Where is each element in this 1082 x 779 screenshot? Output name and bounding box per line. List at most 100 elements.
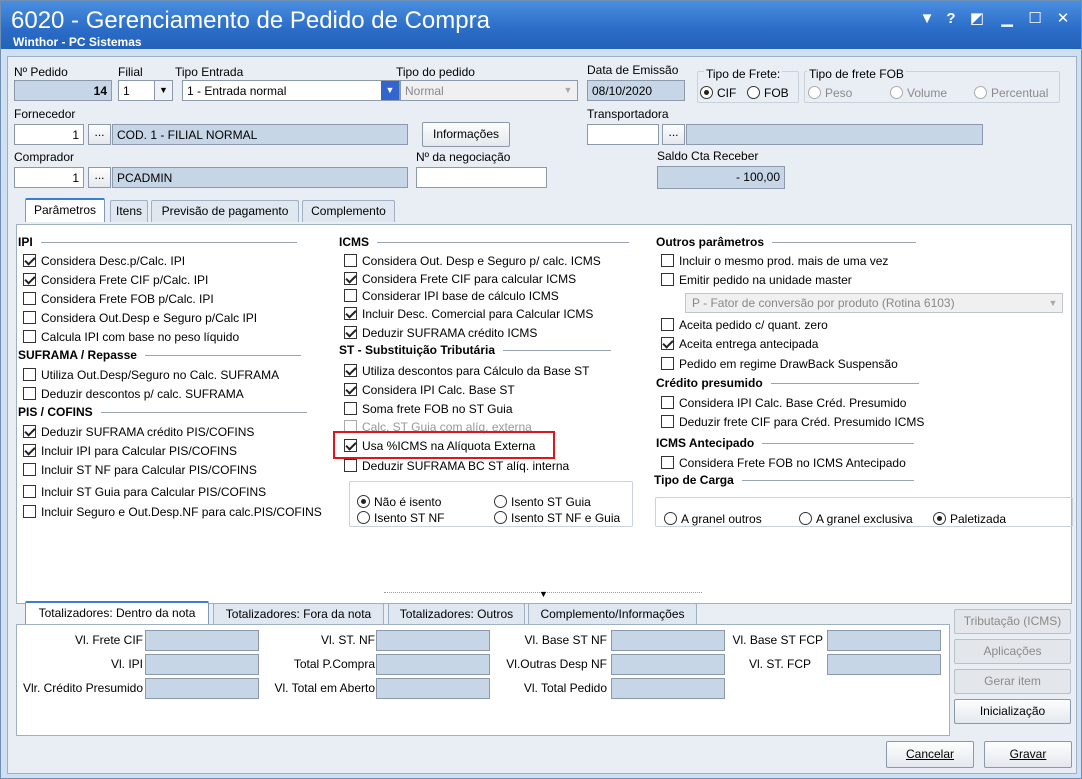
ipi-checkbox-1[interactable]: Considera Frete CIF p/Calc. IPI [23, 271, 208, 288]
credito-checkbox-1[interactable]: Deduzir frete CIF para Créd. Presumido I… [661, 413, 924, 430]
antecipado-checkbox-0[interactable]: Considera Frete FOB no ICMS Antecipado [661, 454, 906, 471]
isencao-radio-1[interactable]: Isento ST Guia [494, 493, 591, 510]
isencao-radio-0[interactable]: Não é isento [357, 493, 441, 510]
icms-checkbox-0[interactable]: Considera Out. Desp e Seguro p/ calc. IC… [344, 252, 601, 269]
checkbox-icon [23, 444, 36, 457]
comprador-code-field[interactable]: 1 [14, 167, 84, 188]
st-checkbox-2[interactable]: Soma frete FOB no ST Guia [344, 400, 513, 417]
transportadora-code-field[interactable] [587, 124, 659, 145]
ipi-checkbox-3[interactable]: Considera Out.Desp e Seguro p/Calc IPI [23, 309, 257, 326]
gravar-button[interactable]: Gravar [984, 741, 1072, 768]
informacoes-button[interactable]: Informações [422, 122, 510, 147]
pis-checkbox-2[interactable]: Incluir ST NF para Calcular PIS/COFINS [23, 461, 257, 478]
icms-checkbox-4[interactable]: Deduzir SUFRAMA crédito ICMS [344, 324, 537, 341]
frete-cif-radio[interactable]: CIF [700, 84, 736, 101]
tab-previsao-pagamento[interactable]: Previsão de pagamento [151, 200, 299, 222]
data-emissao-field[interactable]: 08/10/2020 [587, 80, 685, 101]
aplicacoes-button[interactable]: Aplicações [954, 639, 1071, 664]
ipi-checkbox-2[interactable]: Considera Frete FOB p/Calc. IPI [23, 290, 214, 307]
nro-negociacao-field[interactable] [416, 167, 547, 188]
tab-itens[interactable]: Itens [110, 200, 148, 222]
checkbox-icon [23, 387, 36, 400]
pis-title: PIS / COFINS [18, 405, 93, 419]
outros-checkbox-4[interactable]: Pedido em regime DrawBack Suspensão [661, 355, 898, 372]
icms-checkbox-3[interactable]: Incluir Desc. Comercial para Calcular IC… [344, 305, 593, 322]
radio-icon [747, 86, 760, 99]
frete-fob-radio[interactable]: FOB [747, 84, 789, 101]
inicializacao-button[interactable]: Inicialização [954, 699, 1071, 724]
checkbox-icon [344, 402, 357, 415]
chevron-down-icon[interactable]: ▼ [154, 81, 172, 100]
isencao-radio-3[interactable]: Isento ST NF e Guia [494, 509, 620, 526]
tipo-pedido-label: Tipo do pedido [396, 65, 475, 79]
outros-checkbox-0[interactable]: Incluir o mesmo prod. mais de uma vez [661, 252, 888, 269]
checkbox-label: Deduzir SUFRAMA crédito ICMS [362, 325, 538, 340]
carga-radio-0[interactable]: A granel outros [664, 510, 762, 527]
pis-checkbox-3[interactable]: Incluir ST Guia para Calcular PIS/COFINS [23, 483, 266, 500]
ipi-checkbox-4[interactable]: Calcula IPI com base no peso líquido [23, 328, 239, 345]
chevron-down-icon[interactable]: ▼ [381, 81, 399, 100]
suframa-checkbox-0[interactable]: Utiliza Out.Desp/Seguro no Calc. SUFRAMA [23, 366, 279, 383]
tab-parametros[interactable]: Parâmetros [25, 198, 105, 222]
help-icon[interactable]: ? [941, 10, 961, 28]
st-checkbox-4[interactable]: Usa %ICMS na Alíquota Externa [344, 437, 535, 454]
saldo-cta-field: - 100,00 [657, 166, 785, 189]
fornecedor-code-field[interactable]: 1 [14, 124, 84, 145]
checkbox-label: Incluir ST NF para Calcular PIS/COFINS [41, 462, 257, 477]
tributacao-button[interactable]: Tributação (ICMS) [954, 609, 1071, 634]
cancelar-button[interactable]: Cancelar [886, 741, 974, 768]
checkbox-label: Incluir IPI para Calcular PIS/COFINS [41, 443, 238, 458]
tipo-entrada-select[interactable]: 1 - Entrada normal ▼ [182, 80, 400, 101]
transportadora-name-field [686, 124, 983, 145]
vl-st-fcp-field [827, 654, 941, 675]
st-checkbox-5[interactable]: Deduzir SUFRAMA BC ST alíq. interna [344, 457, 569, 474]
fator-conversao-select: P - Fator de conversão por produto (Roti… [685, 293, 1063, 313]
restore-icon[interactable]: ◩ [967, 10, 987, 28]
checkbox-icon [23, 425, 36, 438]
tab-complemento[interactable]: Complemento [302, 200, 395, 222]
transportadora-label: Transportadora [587, 107, 669, 121]
suframa-title: SUFRAMA / Repasse [18, 348, 137, 362]
pis-checkbox-0[interactable]: Deduzir SUFRAMA crédito PIS/COFINS [23, 423, 254, 440]
suframa-checkbox-1[interactable]: Deduzir descontos p/ calc. SUFRAMA [23, 385, 244, 402]
radio-icon [974, 86, 987, 99]
pis-checkbox-1[interactable]: Incluir IPI para Calcular PIS/COFINS [23, 442, 237, 459]
outros-checkbox-3[interactable]: Aceita entrega antecipada [661, 335, 818, 352]
tab-totalizadores-fora[interactable]: Totalizadores: Fora da nota [213, 603, 384, 625]
pis-checkbox-4[interactable]: Incluir Seguro e Out.Desp.NF para calc.P… [23, 503, 322, 520]
comprador-search-button[interactable]: ... [88, 167, 111, 188]
tab-totalizadores-outros[interactable]: Totalizadores: Outros [388, 603, 525, 625]
credito-checkbox-0[interactable]: Considera IPI Calc. Base Créd. Presumido [661, 394, 906, 411]
tab-complemento-informacoes[interactable]: Complemento/Informações [528, 603, 697, 625]
chevron-down-icon[interactable]: ▼ [539, 589, 548, 599]
radio-icon [799, 512, 812, 525]
outros-checkbox-1[interactable]: Emitir pedido na unidade master [661, 271, 852, 288]
carga-radio-1[interactable]: A granel exclusiva [799, 510, 913, 527]
comprador-label: Comprador [14, 150, 75, 164]
outros-checkbox-2[interactable]: Aceita pedido c/ quant. zero [661, 316, 828, 333]
maximize-icon[interactable]: ☐ [1025, 10, 1045, 28]
nro-pedido-field[interactable]: 14 [14, 80, 112, 101]
filial-select[interactable]: 1 ▼ [118, 80, 173, 101]
checkbox-icon [23, 463, 36, 476]
client-area: Nº Pedido 14 Filial 1 ▼ Tipo Entrada 1 -… [7, 56, 1077, 774]
carga-radio-2[interactable]: Paletizada [933, 510, 1006, 527]
vl-outras-desp-nf-field [611, 654, 725, 675]
fornecedor-search-button[interactable]: ... [88, 124, 111, 145]
st-checkbox-0[interactable]: Utiliza descontos para Cálculo da Base S… [344, 362, 589, 379]
menu-down-icon[interactable]: ▼ [917, 10, 937, 28]
tab-totalizadores-dentro[interactable]: Totalizadores: Dentro da nota [25, 601, 209, 625]
checkbox-label: Utiliza Out.Desp/Seguro no Calc. SUFRAMA [41, 367, 280, 382]
st-checkbox-1[interactable]: Considera IPI Calc. Base ST [344, 381, 515, 398]
divider [503, 349, 612, 351]
minimize-icon[interactable]: ▁ [997, 10, 1017, 28]
icms-checkbox-1[interactable]: Considera Frete CIF para calcular ICMS [344, 270, 576, 287]
isencao-radio-2[interactable]: Isento ST NF [357, 509, 444, 526]
icms-checkbox-2[interactable]: Considerar IPI base de cálculo ICMS [344, 287, 559, 304]
ipi-checkbox-0[interactable]: Considera Desc.p/Calc. IPI [23, 252, 185, 269]
close-icon[interactable]: ✕ [1053, 10, 1073, 28]
checkbox-label: Usa %ICMS na Alíquota Externa [362, 438, 536, 453]
gerar-item-button[interactable]: Gerar item [954, 669, 1071, 694]
transportadora-search-button[interactable]: ... [662, 124, 685, 145]
checkbox-icon [344, 272, 357, 285]
